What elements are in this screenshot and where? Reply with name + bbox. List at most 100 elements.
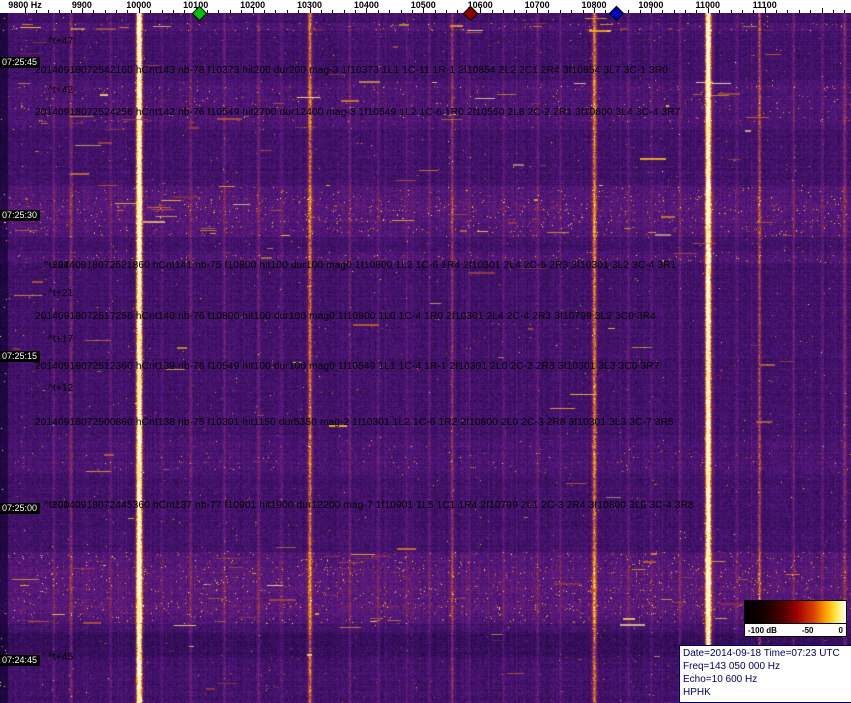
freq-major-tick	[81, 8, 83, 13]
freq-minor-tick	[343, 10, 345, 13]
color-scale-legend: -100 dB -50 0	[744, 600, 847, 637]
freq-major-tick	[366, 8, 368, 13]
freq-minor-tick	[491, 10, 493, 13]
status-info-box: Date=2014-09-18 Time=07:23 UTC Freq=143 …	[679, 645, 851, 703]
time-offset-marker: ^t+12	[48, 383, 74, 394]
freq-minor-tick	[446, 10, 448, 13]
detection-record-line: 20140918072521860 hCnt141 nb-75 f10800 h…	[52, 260, 677, 271]
freq-minor-tick	[332, 10, 334, 13]
time-offset-marker: ^t+45	[48, 652, 74, 663]
freq-minor-tick	[741, 10, 743, 13]
freq-minor-tick	[844, 10, 846, 13]
detection-record-line: 20140918072524256 hCnt142 nb-76 f10549 h…	[35, 107, 681, 118]
freq-major-tick	[764, 8, 766, 13]
freq-major-tick	[309, 8, 311, 13]
legend-min-label: -100 dB	[748, 625, 777, 635]
freq-minor-tick	[161, 10, 163, 13]
freq-minor-tick	[93, 10, 95, 13]
freq-minor-tick	[116, 10, 118, 13]
detection-record-line: 20140918072500860 hCnt138 nb-75 f10301 h…	[35, 417, 674, 428]
freq-minor-tick	[559, 10, 561, 13]
time-offset-marker: ^t+17	[48, 334, 74, 345]
legend-mid-label: -50	[801, 625, 814, 635]
freq-minor-tick	[150, 10, 152, 13]
info-echo-frequency: Echo=10 600 Hz	[683, 674, 758, 685]
freq-minor-tick	[263, 10, 265, 13]
freq-minor-tick	[798, 10, 800, 13]
legend-labels-row: -100 dB -50 0	[745, 624, 846, 636]
time-offset-marker: ^t+47	[48, 36, 74, 47]
freq-minor-tick	[832, 10, 834, 13]
info-frequency: Freq=143 050 000 Hz	[683, 661, 781, 672]
freq-major-tick	[480, 8, 482, 13]
info-date-time: Date=2014-09-18 Time=07:23 UTC	[683, 648, 840, 659]
freq-minor-tick	[355, 10, 357, 13]
freq-minor-tick	[70, 10, 72, 13]
freq-minor-tick	[241, 10, 243, 13]
freq-minor-tick	[127, 10, 129, 13]
freq-minor-tick	[377, 10, 379, 13]
freq-major-tick	[821, 8, 823, 13]
freq-minor-tick	[275, 10, 277, 13]
freq-minor-tick	[47, 10, 49, 13]
freq-major-tick	[594, 8, 595, 13]
time-offset-marker: ^t+42	[48, 85, 74, 96]
freq-minor-tick	[104, 10, 106, 13]
freq-minor-tick	[639, 10, 641, 13]
spectrogram-app: 9800 Hz 9900 10000 10100 10200 10300 10400 1050…	[0, 0, 851, 703]
freq-minor-tick	[389, 10, 391, 13]
freq-minor-tick	[400, 10, 402, 13]
freq-minor-tick	[730, 10, 732, 13]
freq-minor-tick	[184, 10, 186, 13]
time-tick-label: 07:25:45	[0, 57, 41, 68]
freq-minor-tick	[673, 10, 675, 13]
detection-record-line: 20140918072512360 hCnt139 nb-76 f10549 h…	[35, 361, 660, 372]
freq-minor-tick	[218, 10, 220, 13]
spectrogram-canvas[interactable]	[0, 0, 851, 703]
freq-minor-tick	[298, 10, 300, 13]
freq-major-tick	[423, 8, 425, 13]
freq-minor-tick	[548, 10, 550, 13]
time-tick-label: 07:24:45	[0, 655, 41, 666]
freq-minor-tick	[776, 10, 778, 13]
freq-minor-tick	[582, 10, 584, 13]
freq-minor-tick	[605, 10, 607, 13]
freq-minor-tick	[320, 10, 322, 13]
detection-record-line: 20140918072517256 hCnt140 nb-76 f10800 h…	[35, 311, 656, 322]
time-tick-label: 07:25:30	[0, 210, 41, 221]
freq-minor-tick	[411, 10, 413, 13]
detection-record-line: 20140918072445360 hCnt137 nb-77 f10901 h…	[52, 500, 694, 511]
freq-major-tick	[138, 8, 140, 13]
freq-minor-tick	[685, 10, 687, 13]
freq-minor-tick	[753, 10, 755, 13]
freq-minor-tick	[229, 10, 231, 13]
freq-major-tick	[252, 8, 254, 13]
frequency-axis: 9800 Hz 9900 10000 10100 10200 10300 10400 1050…	[0, 0, 851, 13]
freq-minor-tick	[36, 10, 38, 13]
freq-minor-tick	[286, 10, 288, 13]
time-offset-marker: ^t+21	[48, 288, 74, 299]
freq-major-tick	[650, 8, 652, 13]
time-tick-label: 07:25:15	[0, 351, 41, 362]
freq-minor-tick	[571, 10, 573, 13]
time-tick-label: 07:25:00	[0, 503, 41, 514]
freq-minor-tick	[719, 10, 721, 13]
freq-minor-tick	[628, 10, 630, 13]
freq-major-tick	[25, 8, 26, 13]
detection-record-line: 20140918072542160 hCnt143 nb-78 f10373 h…	[35, 65, 669, 76]
color-gradient-bar	[745, 601, 846, 624]
info-station-id: HPHK	[683, 687, 711, 698]
freq-minor-tick	[787, 10, 789, 13]
freq-minor-tick	[434, 10, 436, 13]
freq-minor-tick	[696, 10, 698, 13]
freq-minor-tick	[502, 10, 504, 13]
freq-major-tick	[707, 8, 709, 13]
freq-major-tick	[537, 8, 539, 13]
freq-minor-tick	[172, 10, 174, 13]
freq-minor-tick	[525, 10, 527, 13]
freq-minor-tick	[810, 10, 812, 13]
freq-minor-tick	[59, 10, 61, 13]
legend-max-label: 0	[838, 625, 843, 635]
freq-minor-tick	[457, 10, 459, 13]
freq-minor-tick	[662, 10, 664, 13]
